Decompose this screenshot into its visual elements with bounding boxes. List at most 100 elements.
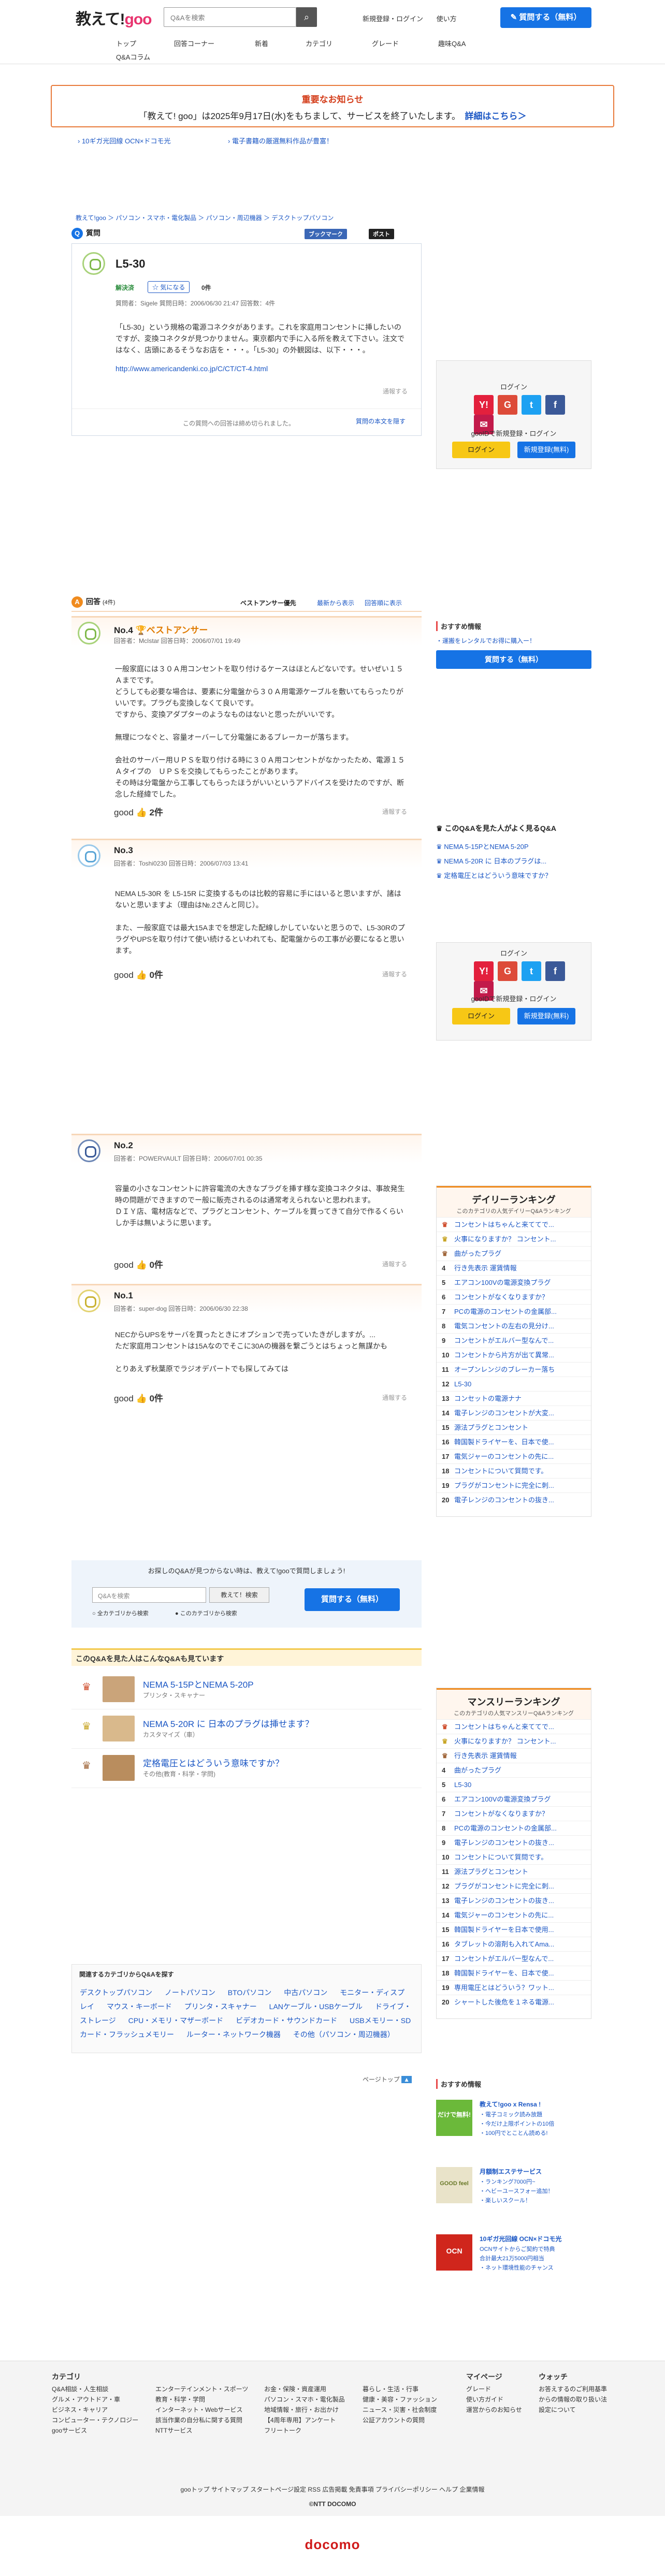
help-link[interactable]: 使い方 <box>437 15 457 23</box>
ranking-row[interactable]: 17 コンセントがエルバー型なんで... <box>437 1951 591 1966</box>
option-category[interactable]: ● このカテゴリから検索 <box>175 1609 237 1617</box>
ranking-row[interactable]: 18 韓国製ドライヤーを、日本で使... <box>437 1966 591 1980</box>
category-link[interactable]: BTOパソコン <box>228 1988 272 1997</box>
ask-box-search-button[interactable]: 教えて！検索 <box>209 1587 269 1603</box>
breadcrumb[interactable]: 教えて!goo ＞ パソコン・スマホ・電化製品 ＞ パソコン・周辺機器 ＞ デス… <box>76 213 334 222</box>
ranking-row[interactable]: ♛ 曲がったプラグ <box>437 1246 591 1261</box>
category-link[interactable]: プリンタ・スキャナー <box>184 2002 257 2011</box>
google-icon[interactable]: G <box>498 961 517 981</box>
tab-order[interactable]: 回答順に表示 <box>365 598 402 607</box>
ranking-row[interactable]: 18 コンセントについて質問です。 <box>437 1463 591 1478</box>
login-button[interactable]: ログイン <box>452 442 510 458</box>
nav-category[interactable]: カテゴリ <box>306 38 332 48</box>
ranking-row[interactable]: 5 エアコン100Vの電源変換プラグ <box>437 1275 591 1290</box>
ranking-row[interactable]: 16 韓国製ドライヤーを、日本で使... <box>437 1435 591 1449</box>
ranking-row[interactable]: 10 コンセントから片方が出て異常... <box>437 1348 591 1362</box>
good-button[interactable]: good 👍 0件 <box>114 968 163 980</box>
ranking-row[interactable]: 6 コンセントがなくなりますか？ <box>437 1290 591 1304</box>
ad-link-ebook[interactable]: › 電子書籍の厳選無料作品が豊富！ <box>228 136 333 145</box>
hide-body-link[interactable]: 質問の本文を隠す <box>356 417 406 426</box>
register-button[interactable]: 新規登録(無料) <box>517 1008 575 1024</box>
report-link[interactable]: 通報する <box>382 1393 407 1402</box>
yahoo-icon[interactable]: Y! <box>474 961 494 981</box>
ranking-row[interactable]: 19 プラグがコンセントに完全に刺... <box>437 1478 591 1492</box>
ranking-row[interactable]: 16 タブレットの溶剤も入れてAma... <box>437 1937 591 1951</box>
reco-item[interactable]: だけで無料! 教えて!goo x Rensa ! ・電子コミック読み放題 ・今だけ… <box>436 2100 591 2162</box>
ranking-row[interactable]: 13 電子レンジのコンセントの抜き... <box>437 1893 591 1908</box>
ask-box-search-input[interactable]: Q&Aを検索 <box>92 1587 206 1603</box>
side-recommend-link[interactable]: ・運搬をレンタルでお得に購入ー！ <box>436 636 591 645</box>
ranking-row[interactable]: 17 電気ジャーのコンセントの先に... <box>437 1449 591 1463</box>
category-link[interactable]: ルーター・ネットワーク機器 <box>186 2030 281 2039</box>
ranking-row[interactable]: 7 コンセントがなくなりますか？ <box>437 1806 591 1821</box>
list-item[interactable]: ♛ NEMA 5-15PとNEMA 5-20P <box>436 840 591 854</box>
ranking-row[interactable]: 14 電子レンジのコンセントが大変... <box>437 1406 591 1420</box>
ranking-row[interactable]: 12 プラグがコンセントに完全に刺... <box>437 1879 591 1893</box>
ranking-row[interactable]: 12 L5-30 <box>437 1377 591 1391</box>
ranking-row[interactable]: ♛ コンセントはちゃんと来ててで... <box>437 1719 591 1734</box>
ranking-row[interactable]: ♛ 行き先表示 運賃情報 <box>437 1748 591 1763</box>
category-link[interactable]: その他（パソコン・周辺機器） <box>293 2030 395 2039</box>
option-all[interactable]: ○ 全カテゴリから検索 <box>92 1609 149 1617</box>
tweet-button[interactable]: ポスト <box>369 229 394 239</box>
ranking-row[interactable]: 7 PCの電源のコンセントの金属部... <box>437 1304 591 1319</box>
register-button[interactable]: 新規登録(無料) <box>517 442 575 458</box>
list-item[interactable]: ♛ 定格電圧とはどういう意味ですか？ <box>436 869 591 883</box>
report-link[interactable]: 通報する <box>382 1260 407 1268</box>
login-button[interactable]: ログイン <box>452 1008 510 1024</box>
category-link[interactable]: マウス・キーボード <box>107 2002 172 2011</box>
category-link[interactable]: ノートパソコン <box>165 1988 215 1997</box>
docomo-logo[interactable]: docomo <box>0 2537 665 2553</box>
ranking-row[interactable]: 8 PCの電源のコンセントの金属部... <box>437 1821 591 1835</box>
related-item[interactable]: ♛ 定格電圧とはどういう意味ですか？ その他(教育・科学・学問) <box>71 1749 422 1788</box>
ask-box-ask-button[interactable]: 質問する（無料） <box>305 1588 400 1611</box>
ranking-row[interactable]: 9 電子レンジのコンセントの抜き... <box>437 1835 591 1850</box>
ranking-row[interactable]: 4 曲がったプラグ <box>437 1763 591 1777</box>
side-ask-button[interactable]: 質問する（無料） <box>436 650 591 669</box>
related-item[interactable]: ♛ NEMA 5-15PとNEMA 5-20P プリンタ・スキャナー <box>71 1670 422 1709</box>
ranking-row[interactable]: 5 L5-30 <box>437 1777 591 1792</box>
nav-hobby[interactable]: 趣味Q&A <box>438 38 466 48</box>
reco-item[interactable]: GOOD feel 月額制エステサービス ・ランキング7000円~ ・ヘビーユース… <box>436 2167 591 2229</box>
good-button[interactable]: good 👍 0件 <box>114 1391 163 1404</box>
ranking-row[interactable]: 11 オープンレンジのブレーカー落ち <box>437 1362 591 1377</box>
ranking-row[interactable]: 20 シャートした後危を１ネる電源... <box>437 1995 591 2009</box>
category-link[interactable]: デスクトップパソコン <box>80 1988 152 1997</box>
yahoo-icon[interactable]: Y! <box>474 395 494 415</box>
search-button[interactable]: ⌕ <box>296 7 317 27</box>
notice-link[interactable]: 詳細はこちら＞ <box>465 111 526 121</box>
nav-top[interactable]: トップ <box>116 38 136 48</box>
tab-newest[interactable]: 最新から表示 <box>317 598 354 607</box>
question-link[interactable]: http://www.americandenki.co.jp/C/CT/CT-4… <box>115 363 268 374</box>
twitter-icon[interactable]: t <box>522 395 541 415</box>
ad-link-ocn[interactable]: › 10ギガ光回線 OCN×ドコモ光 <box>78 136 171 145</box>
related-item[interactable]: ♛ NEMA 5-20R に 日本のプラグは挿せます？ カスタマイズ（車） <box>71 1709 422 1749</box>
ranking-row[interactable]: 11 源法プラグとコンセント <box>437 1864 591 1879</box>
google-icon[interactable]: G <box>498 395 517 415</box>
ranking-row[interactable]: ♛ 火事になりますか？ コンセント... <box>437 1232 591 1246</box>
search-input[interactable]: Q&Aを検索 <box>164 7 296 27</box>
report-link[interactable]: 通報する <box>382 970 407 978</box>
tab-best-first[interactable]: ベストアンサー優先 <box>240 598 296 607</box>
ask-question-button[interactable]: ✎ 質問する（無料） <box>500 7 591 28</box>
list-item[interactable]: ♛ NEMA 5-20R に 日本のプラグは... <box>436 854 591 869</box>
good-button[interactable]: good 👍 2件 <box>114 805 163 818</box>
ranking-row[interactable]: 13 コンセットの電源ナナ <box>437 1391 591 1406</box>
page-top-link[interactable]: ページトップ ▲ <box>363 2075 412 2084</box>
helpful-button[interactable]: ☆ 気になる <box>148 281 190 293</box>
ranking-row[interactable]: 6 エアコン100Vの電源変換プラグ <box>437 1792 591 1806</box>
facebook-icon[interactable]: f <box>545 961 565 981</box>
footer-links[interactable]: gooトップ サイトマップ スタートページ設定 RSS 広告掲載 免責事項 プラ… <box>0 2485 665 2494</box>
category-link[interactable]: ビデオカード・サウンドカード <box>236 2016 337 2025</box>
nav-answer[interactable]: 回答コーナー <box>174 38 214 48</box>
ranking-row[interactable]: 19 専用電圧とはどういう？ワット... <box>437 1980 591 1995</box>
good-button[interactable]: good 👍 0件 <box>114 1257 163 1270</box>
ranking-row[interactable]: 9 コンセントがエルバー型なんで... <box>437 1333 591 1348</box>
site-logo[interactable]: 教えて!goo <box>76 6 152 29</box>
ranking-row[interactable]: 8 電気コンセントの左右の見分け... <box>437 1319 591 1333</box>
ranking-row[interactable]: 15 源法プラグとコンセント <box>437 1420 591 1435</box>
category-link[interactable]: 中古パソコン <box>284 1988 327 1997</box>
category-link[interactable]: LANケーブル・USBケーブル <box>269 2002 363 2011</box>
ranking-row[interactable]: 14 電気ジャーのコンセントの先に... <box>437 1908 591 1922</box>
ranking-row[interactable]: 15 韓国製ドライヤーを日本で使用... <box>437 1922 591 1937</box>
